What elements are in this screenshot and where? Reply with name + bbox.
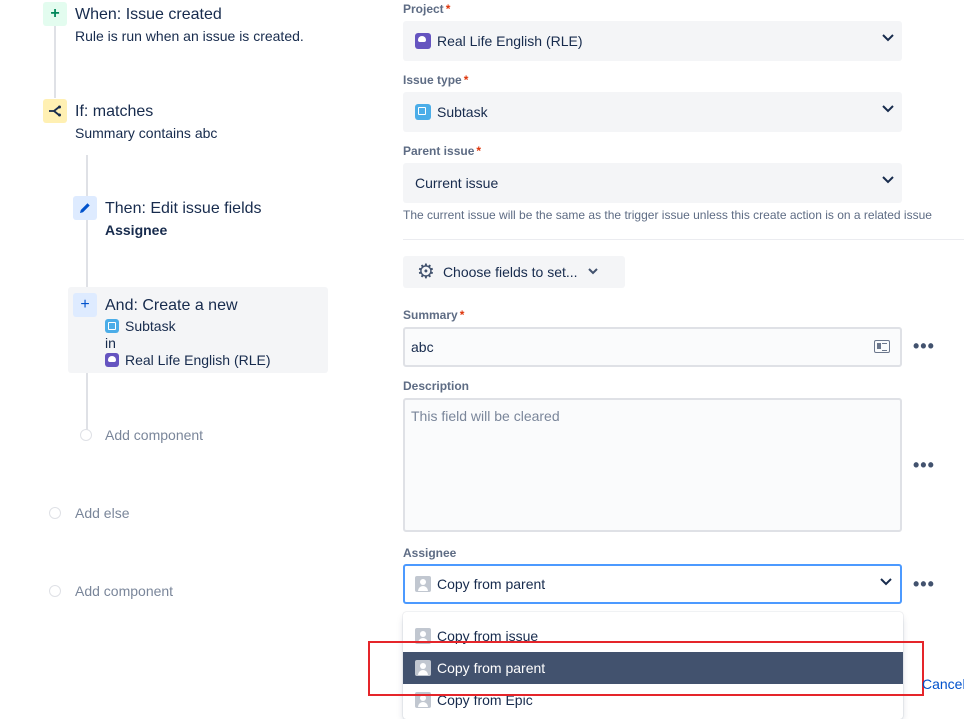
description-more-icon[interactable]: ••• xyxy=(913,456,935,474)
create-issue-type-label: Subtask xyxy=(125,318,176,334)
plus-icon: + xyxy=(73,293,97,317)
add-component-inner-dot xyxy=(80,429,92,441)
condition-title: If: matches xyxy=(75,103,154,120)
project-label: Project * xyxy=(403,2,451,16)
summary-input[interactable]: abc xyxy=(403,327,902,367)
create-action-in: in xyxy=(105,335,116,351)
add-component-inner[interactable]: Add component xyxy=(105,427,203,443)
choose-fields-button[interactable]: ⚙ Choose fields to set... xyxy=(403,256,625,288)
description-textarea[interactable]: This field will be cleared xyxy=(403,398,902,532)
issue-type-label: Issue type * xyxy=(403,73,469,87)
chevron-down-icon xyxy=(882,34,894,44)
condition-subtitle: Summary contains abc xyxy=(75,125,218,141)
edit-action-subtitle: Assignee xyxy=(105,222,168,238)
add-else[interactable]: Add else xyxy=(75,505,129,521)
assignee-more-icon[interactable]: ••• xyxy=(913,575,935,593)
subtask-icon xyxy=(105,319,119,333)
summary-label: Summary * xyxy=(403,308,465,322)
project-avatar-icon xyxy=(105,353,119,367)
parent-issue-help: The current issue will be the same as th… xyxy=(403,208,932,222)
edit-action-title: Then: Edit issue fields xyxy=(105,200,262,217)
pencil-icon xyxy=(73,196,97,220)
parent-issue-select[interactable]: Current issue xyxy=(403,163,902,203)
description-label: Description xyxy=(403,379,470,393)
choose-fields-label: Choose fields to set... xyxy=(442,264,578,280)
add-component-outer[interactable]: Add component xyxy=(75,583,173,599)
branch-icon xyxy=(43,99,67,123)
create-action-project: Real Life English (RLE) xyxy=(105,352,271,368)
plus-icon: + xyxy=(43,2,67,26)
gear-icon: ⚙ xyxy=(417,261,435,283)
rule-tree: + When: Issue created Rule is run when a… xyxy=(0,0,340,719)
project-value: Real Life English (RLE) xyxy=(437,33,583,49)
summary-more-icon[interactable]: ••• xyxy=(913,337,935,355)
tree-line-main xyxy=(54,26,56,98)
assignee-select[interactable]: Copy from parent xyxy=(403,564,902,604)
assignee-value: Copy from parent xyxy=(437,576,546,592)
user-avatar-icon xyxy=(415,576,431,592)
chevron-down-icon xyxy=(882,176,894,186)
issue-type-value: Subtask xyxy=(437,104,488,120)
chevron-down-icon xyxy=(587,267,598,278)
create-action-title: And: Create a new xyxy=(105,297,238,314)
create-project-label: Real Life English (RLE) xyxy=(125,352,271,368)
highlight-annotation xyxy=(368,641,924,696)
summary-value: abc xyxy=(411,339,434,355)
divider xyxy=(403,239,964,240)
add-component-outer-dot xyxy=(49,585,61,597)
subtask-icon xyxy=(415,104,431,120)
cancel-button[interactable]: Cancel xyxy=(922,676,964,692)
parent-issue-value: Current issue xyxy=(415,175,499,191)
chevron-down-icon xyxy=(880,578,892,588)
trigger-title: When: Issue created xyxy=(75,6,222,23)
chevron-down-icon xyxy=(882,105,894,115)
project-avatar-icon xyxy=(415,33,431,49)
add-else-dot xyxy=(49,507,61,519)
issue-type-select[interactable]: Subtask xyxy=(403,92,902,132)
assignee-label: Assignee xyxy=(403,546,457,560)
smart-value-icon[interactable] xyxy=(874,340,890,353)
parent-issue-label: Parent issue * xyxy=(403,144,482,158)
trigger-subtitle: Rule is run when an issue is created. xyxy=(75,28,304,44)
create-action-issue-type: Subtask xyxy=(105,318,176,334)
project-select[interactable]: Real Life English (RLE) xyxy=(403,21,902,61)
